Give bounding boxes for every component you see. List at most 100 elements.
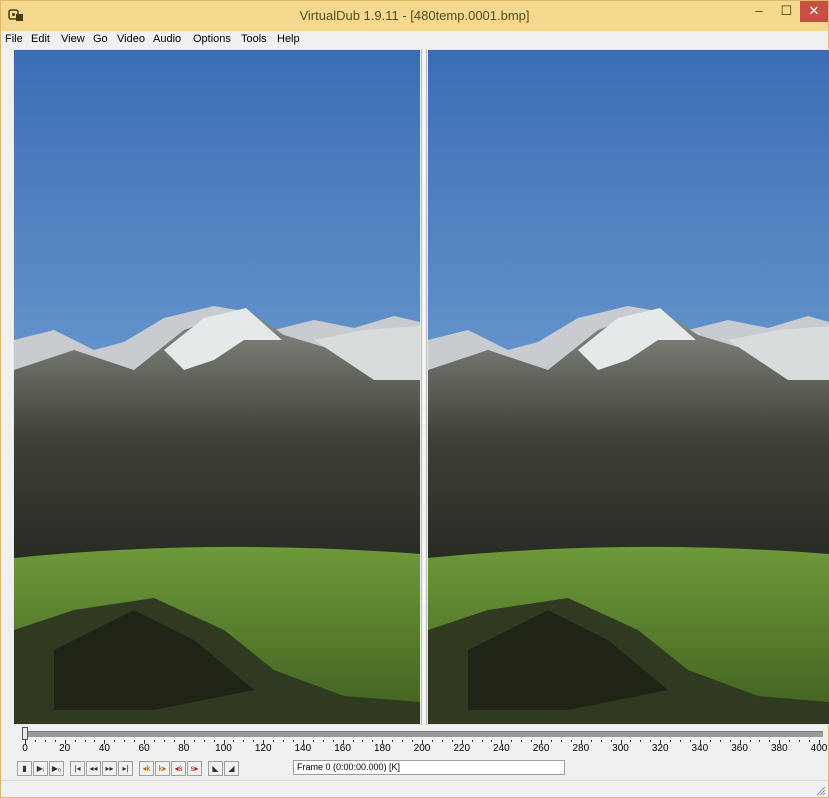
timeline-minor-tick: [779, 740, 781, 742]
next-key-icon[interactable]: k▸: [155, 761, 170, 776]
timeline-tick-label: 180: [373, 743, 391, 754]
timeline-tick-label: 260: [532, 743, 550, 754]
timeline-minor-tick: [352, 740, 354, 742]
timeline-minor-tick: [173, 740, 175, 742]
menu-go[interactable]: Go: [93, 33, 108, 45]
timeline-minor-tick: [273, 740, 275, 742]
timeline-minor-tick: [332, 740, 334, 742]
timeline-minor-tick: [431, 740, 433, 742]
timeline-minor-tick: [412, 740, 414, 742]
mountain-landscape-image: [428, 50, 829, 724]
timeline-tick-label: 120: [254, 743, 272, 754]
timeline-minor-tick: [819, 740, 820, 742]
menu-edit[interactable]: Edit: [31, 33, 50, 45]
timeline-minor-tick: [799, 740, 801, 742]
timeline-minor-tick: [114, 740, 116, 742]
timeline-minor-tick: [560, 740, 562, 742]
output-video-pane[interactable]: [428, 50, 829, 724]
timeline-minor-tick: [94, 740, 96, 742]
timeline-tick-label: 140: [294, 743, 312, 754]
timeline-minor-tick: [640, 740, 642, 742]
status-bar: [1, 780, 828, 798]
menu-view[interactable]: View: [61, 33, 85, 45]
menu-audio[interactable]: Audio: [153, 33, 181, 45]
timeline-tick-label: 100: [215, 743, 232, 754]
timeline-minor-tick: [312, 740, 314, 742]
mark-in-icon[interactable]: ◣: [208, 761, 223, 776]
timeline-minor-tick: [739, 740, 741, 742]
timeline-minor-tick: [481, 740, 483, 742]
timeline-minor-tick: [719, 740, 721, 742]
timeline-minor-tick: [154, 740, 156, 742]
timeline-minor-tick: [729, 740, 731, 742]
timeline-track[interactable]: [23, 731, 823, 737]
go-end-icon[interactable]: ▸|: [118, 761, 133, 776]
timeline-minor-tick: [689, 740, 691, 742]
timeline-tick-label: 80: [178, 743, 190, 754]
next-frame-icon[interactable]: ▸▸: [102, 761, 117, 776]
timeline-minor-tick: [501, 740, 503, 742]
menu-file[interactable]: File: [5, 33, 23, 45]
timeline-minor-tick: [163, 740, 165, 742]
timeline-minor-tick: [193, 740, 195, 742]
stop-icon[interactable]: ▮: [17, 761, 32, 776]
prev-key-icon[interactable]: ◂k: [139, 761, 154, 776]
pane-divider[interactable]: [421, 49, 427, 725]
maximize-button[interactable]: ☐: [773, 1, 800, 22]
timeline-minor-tick: [74, 740, 76, 742]
timeline-thumb[interactable]: [22, 727, 28, 740]
video-panes: [13, 49, 829, 725]
timeline-minor-tick: [541, 740, 543, 742]
menu-options[interactable]: Options: [193, 33, 231, 45]
main-window: VirtualDub 1.9.11 - [480temp.0001.bmp] –…: [0, 0, 829, 798]
timeline-minor-tick: [580, 740, 582, 742]
menu-tools[interactable]: Tools: [241, 33, 267, 45]
go-start-icon[interactable]: |◂: [70, 761, 85, 776]
next-scene-icon[interactable]: s▸: [187, 761, 202, 776]
timeline-tick-label: 60: [138, 743, 150, 754]
timeline-minor-tick: [630, 740, 632, 742]
timeline-tick-label: 380: [770, 743, 788, 754]
timeline-minor-tick: [749, 740, 751, 742]
minimize-button[interactable]: –: [745, 1, 773, 22]
timeline-minor-tick: [511, 740, 513, 742]
timeline-tick-label: 200: [413, 743, 431, 754]
timeline-minor-tick: [44, 740, 46, 742]
menu-video[interactable]: Video: [117, 33, 145, 45]
timeline-minor-tick: [134, 740, 136, 742]
timeline-minor-tick: [709, 740, 711, 742]
timeline-minor-tick: [243, 740, 245, 742]
timeline-minor-tick: [144, 740, 146, 742]
timeline-minor-tick: [283, 740, 285, 742]
timeline-minor-tick: [551, 740, 553, 742]
timeline-minor-tick: [213, 740, 215, 742]
timeline-minor-tick: [34, 740, 36, 742]
play-input-icon[interactable]: ▶ᵢ: [33, 761, 48, 776]
timeline-minor-tick: [382, 740, 384, 742]
timeline-minor-tick: [680, 740, 682, 742]
close-button[interactable]: ✕: [800, 1, 828, 22]
menu-help[interactable]: Help: [277, 33, 300, 45]
timeline-minor-tick: [253, 740, 255, 742]
timeline-minor-tick: [670, 740, 672, 742]
timeline-tick-label: 40: [98, 743, 110, 754]
timeline-minor-tick: [84, 740, 86, 742]
timeline-tick-label: 400: [810, 743, 828, 754]
timeline-tick-label: 280: [572, 743, 590, 754]
title-bar[interactable]: VirtualDub 1.9.11 - [480temp.0001.bmp] –…: [1, 1, 828, 31]
timeline-minor-tick: [590, 740, 592, 742]
play-output-icon[interactable]: ▶ₒ: [49, 761, 64, 776]
input-video-pane[interactable]: [14, 50, 420, 724]
timeline-minor-tick: [699, 740, 701, 742]
resize-grip-icon[interactable]: [816, 786, 826, 796]
timeline-minor-tick: [64, 740, 66, 742]
timeline-tick-label: 160: [334, 743, 351, 754]
frame-status-field: Frame 0 (0:00:00.000) [K]: [293, 760, 565, 775]
timeline-minor-tick: [531, 740, 533, 742]
timeline-tick-label: 0: [22, 743, 28, 754]
prev-scene-icon[interactable]: ◂s: [171, 761, 186, 776]
mark-out-icon[interactable]: ◢: [224, 761, 239, 776]
timeline-tick-label: 20: [59, 743, 71, 754]
position-timeline[interactable]: 0 20 40 60 80 100 120 140 160 180 200 220 240 260 280 3…: [13, 726, 829, 758]
prev-frame-icon[interactable]: ◂◂: [86, 761, 101, 776]
